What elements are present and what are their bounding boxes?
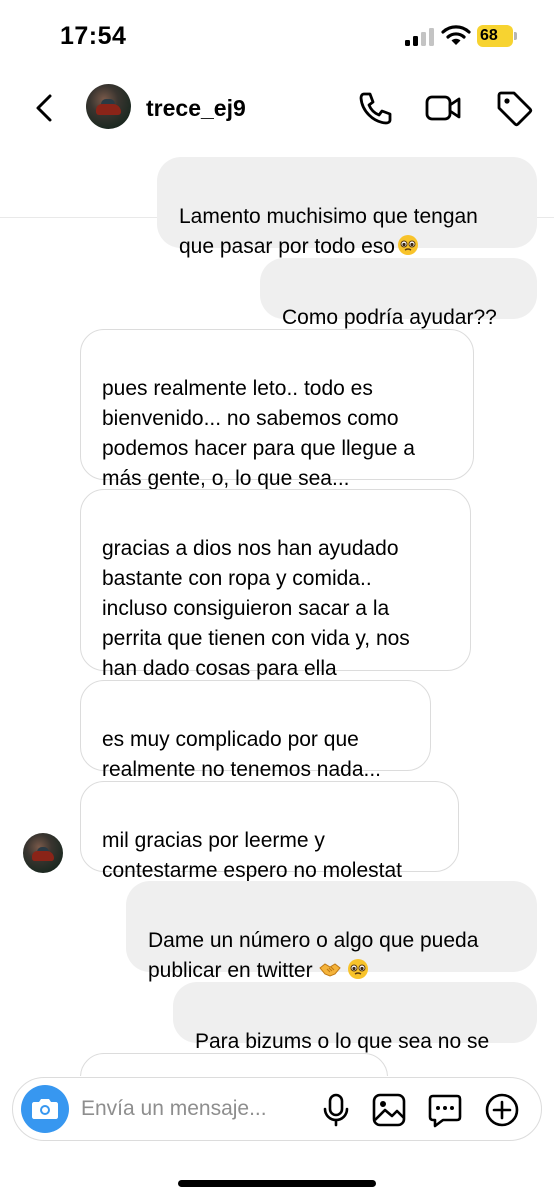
message-text: es muy complicado por que realmente no t… xyxy=(102,728,382,781)
battery-percent: 68 xyxy=(480,27,498,44)
handshake-icon xyxy=(318,963,341,977)
message-text: pues realmente leto.. todo es bienvenido… xyxy=(102,377,415,490)
message-received[interactable]: es muy complicado por que realmente no t… xyxy=(80,680,431,781)
image-icon[interactable] xyxy=(371,1092,407,1128)
message-sent[interactable]: Como podría ayudar?? xyxy=(260,258,537,329)
message-sent[interactable]: Para bizums o lo que sea no se xyxy=(173,982,537,1053)
battery-tip xyxy=(514,32,517,40)
video-camera-icon[interactable] xyxy=(423,88,463,128)
message-received-partial[interactable] xyxy=(80,1053,388,1076)
message-received[interactable]: mil gracias por leerme y contestarme esp… xyxy=(80,781,459,882)
chevron-left-icon[interactable] xyxy=(30,88,60,128)
message-text: Dame un número o algo que pueda publicar… xyxy=(148,929,479,982)
camera-icon xyxy=(32,1099,58,1119)
battery-body: 68 xyxy=(477,25,513,47)
message-composer xyxy=(12,1077,542,1141)
message-text: Para bizums o lo que sea no se xyxy=(195,1030,490,1053)
avatar[interactable] xyxy=(23,833,63,873)
status-bar: 17:54 68 xyxy=(0,0,554,72)
chat-bubble-icon[interactable] xyxy=(427,1092,463,1128)
status-time: 17:54 xyxy=(60,22,127,50)
message-sent[interactable]: Dame un número o algo que pueda publicar… xyxy=(126,881,537,982)
message-thread: Lamento muchisimo que tengan que pasar p… xyxy=(0,146,554,1076)
contact-username[interactable]: trece_ej9 xyxy=(146,95,246,122)
message-received[interactable]: pues realmente leto.. todo es bienvenido… xyxy=(80,329,474,490)
phone-icon[interactable] xyxy=(355,88,395,128)
avatar[interactable] xyxy=(86,84,131,129)
message-text: Lamento muchisimo que tengan que pasar p… xyxy=(179,205,478,258)
message-text: mil gracias por leerme y contestarme esp… xyxy=(102,829,402,882)
message-text: Como podría ayudar?? xyxy=(282,306,497,329)
battery-indicator: 68 xyxy=(477,25,517,47)
tag-icon[interactable] xyxy=(494,88,534,128)
camera-button[interactable] xyxy=(21,1085,69,1133)
message-sent[interactable]: Lamento muchisimo que tengan que pasar p… xyxy=(157,157,537,258)
message-input[interactable] xyxy=(81,1095,301,1123)
message-received[interactable]: gracias a dios nos han ayudado bastante … xyxy=(80,489,471,680)
chat-header: trece_ej9 xyxy=(0,72,554,218)
pleading-face-icon xyxy=(347,959,368,979)
message-text: gracias a dios nos han ayudado bastante … xyxy=(102,537,410,680)
microphone-icon[interactable] xyxy=(318,1092,354,1128)
pleading-face-icon xyxy=(398,235,418,255)
wifi-icon xyxy=(441,25,471,45)
home-indicator xyxy=(178,1180,376,1187)
plus-circle-icon[interactable] xyxy=(484,1092,520,1128)
cellular-signal-icon xyxy=(405,28,434,46)
